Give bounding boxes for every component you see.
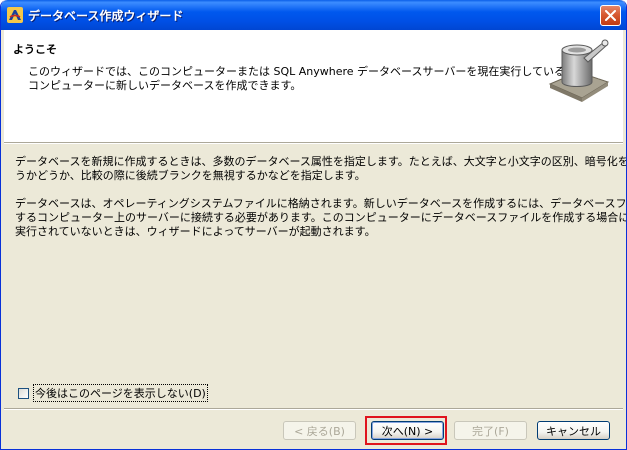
- page-description: このウィザードでは、このコンピューターまたは SQL Anywhere データベ…: [28, 65, 588, 93]
- window-title: データベース作成ウィザード: [28, 9, 184, 23]
- description-line: このウィザードでは、このコンピューターまたは SQL Anywhere データベ…: [28, 65, 588, 78]
- body-line: うかどうか、比較の際に後続ブランクを無視するかなどを指定します。: [15, 169, 366, 182]
- title-bar[interactable]: データベース作成ウィザード: [1, 0, 626, 30]
- body-paragraph-1: データベースを新規に作成するときは、多数のデータベース属性を指定します。たとえば…: [15, 155, 627, 183]
- back-button[interactable]: < 戻る(B): [283, 421, 356, 440]
- wizard-header: ようこそ このウィザードでは、このコンピューターまたは SQL Anywhere…: [4, 30, 623, 142]
- wizard-body: データベースを新規に作成するときは、多数のデータベース属性を指定します。たとえば…: [15, 155, 627, 239]
- dont-show-again-checkbox[interactable]: [18, 387, 29, 399]
- next-button[interactable]: 次へ(N) >: [371, 421, 444, 440]
- body-line: するコンピューター上のサーバーに接続する必要があります。このコンピューターにデー…: [15, 211, 627, 224]
- body-paragraph-2: データベースは、オペレーティングシステムファイルに格納されます。新しいデータベー…: [15, 197, 627, 239]
- sybase-app-icon: [7, 7, 23, 23]
- body-line: データベースは、オペレーティングシステムファイルに格納されます。新しいデータベー…: [15, 197, 627, 210]
- finish-button[interactable]: 完了(F): [454, 421, 527, 440]
- database-wizard-icon: [544, 38, 614, 104]
- page-title: ようこそ: [13, 43, 57, 56]
- wizard-window: データベース作成ウィザード ようこそ このウィザードでは、このコンピューターまた…: [0, 0, 627, 450]
- dont-show-again-label[interactable]: 今後はこのページを表示しない(D): [33, 384, 208, 402]
- body-line: 実行されていないときは、ウィザードによってサーバーが起動されます。: [15, 225, 376, 238]
- close-button[interactable]: [600, 5, 621, 26]
- header-divider: [4, 142, 623, 144]
- description-line: コンピューターに新しいデータベースを作成できます。: [28, 79, 302, 92]
- dont-show-again-option[interactable]: 今後はこのページを表示しない(D): [18, 384, 208, 402]
- footer-divider: [4, 408, 623, 410]
- body-line: データベースを新規に作成するときは、多数のデータベース属性を指定します。たとえば…: [15, 155, 627, 168]
- cancel-button[interactable]: キャンセル: [537, 421, 610, 440]
